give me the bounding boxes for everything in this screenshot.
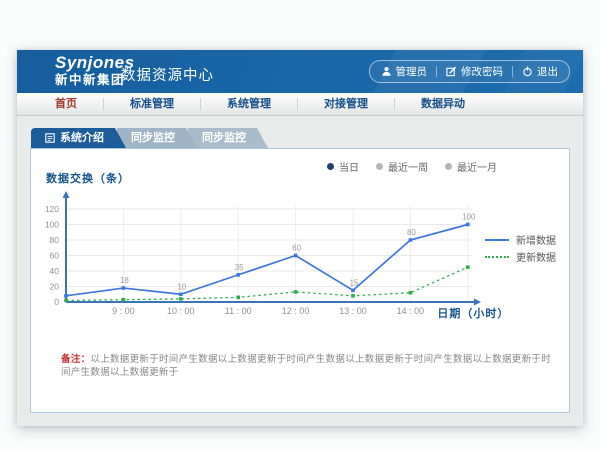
logout-label: 退出 (537, 64, 558, 79)
update-data-line-sample (485, 256, 509, 258)
svg-text:80: 80 (50, 235, 60, 245)
svg-text:14 : 00: 14 : 00 (397, 306, 425, 316)
svg-text:60: 60 (50, 251, 60, 261)
footnote-text: 以上数据更新于时间产生数据以上数据更新于时间产生数据以上数据更新于时间产生数据以… (61, 354, 551, 378)
current-user-button[interactable]: 管理员 (381, 64, 428, 79)
legend-item-new-data: 新增数据 (485, 231, 556, 248)
chart-legend: 新增数据 更新数据 (485, 231, 556, 265)
document-icon (45, 133, 55, 143)
page-background: Synjones 新中新集团 数据资源中心 管理员 修改密码 退出 (0, 0, 600, 450)
nav-item-data-change[interactable]: 数据异动 (395, 93, 491, 115)
page-title: 数据资源中心 (121, 64, 214, 85)
svg-text:20: 20 (50, 282, 60, 292)
time-range-option-today[interactable]: 当日 (327, 159, 359, 174)
svg-text:15: 15 (350, 278, 359, 287)
legend-label: 更新数据 (516, 249, 556, 264)
divider (512, 66, 513, 77)
nav-item-home[interactable]: 首页 (29, 93, 103, 115)
power-icon (522, 66, 533, 77)
tab-label: 同步监控 (131, 128, 175, 148)
time-range-filter: 当日 最近一周 最近一月 (327, 159, 497, 174)
svg-text:10 : 00: 10 : 00 (167, 306, 195, 316)
radio-icon (376, 163, 383, 170)
svg-text:0: 0 (54, 297, 59, 307)
radio-label: 最近一周 (388, 159, 428, 174)
footnote: 备注：以上数据更新于时间产生数据以上数据更新于时间产生数据以上数据更新于时间产生… (61, 353, 551, 379)
current-user-label: 管理员 (396, 64, 428, 79)
svg-text:日期（小时）: 日期（小时） (437, 306, 509, 320)
user-menu: 管理员 修改密码 退出 (369, 60, 571, 83)
svg-text:40: 40 (50, 266, 60, 276)
svg-text:9 : 00: 9 : 00 (112, 306, 135, 316)
app-header: Synjones 新中新集团 数据资源中心 管理员 修改密码 退出 (17, 50, 583, 93)
svg-text:60: 60 (292, 244, 301, 253)
time-range-option-last-week[interactable]: 最近一周 (376, 159, 428, 174)
radio-label: 最近一月 (457, 159, 497, 174)
tab-system-intro[interactable]: 系统介绍 (31, 128, 126, 148)
app-window: Synjones 新中新集团 数据资源中心 管理员 修改密码 退出 (17, 50, 583, 426)
svg-text:100: 100 (462, 213, 476, 222)
content-area: 系统介绍 同步监控 同步监控 当日 最近一周 (17, 116, 583, 438)
svg-text:10: 10 (177, 282, 186, 291)
tab-label: 同步监控 (202, 128, 246, 148)
svg-text:80: 80 (407, 228, 416, 237)
nav-item-system-management[interactable]: 系统管理 (201, 93, 297, 115)
logout-button[interactable]: 退出 (522, 64, 558, 79)
radio-icon (445, 163, 452, 170)
radio-label: 当日 (339, 159, 359, 174)
svg-text:13 : 00: 13 : 00 (339, 306, 367, 316)
svg-text:100: 100 (45, 220, 59, 230)
user-icon (381, 66, 392, 77)
svg-text:120: 120 (45, 204, 59, 214)
legend-label: 新增数据 (516, 232, 556, 247)
y-axis-title: 数据交换（条） (46, 170, 130, 186)
tab-bar: 系统介绍 同步监控 同步监控 (31, 128, 583, 148)
divider (436, 66, 437, 77)
tab-sync-monitor-2[interactable]: 同步监控 (188, 128, 268, 148)
svg-text:35: 35 (235, 263, 244, 272)
svg-text:18: 18 (120, 276, 129, 285)
main-nav: 首页 标准管理 系统管理 对接管理 数据异动 (17, 93, 583, 116)
legend-item-update-data: 更新数据 (485, 248, 556, 265)
tab-label: 系统介绍 (60, 128, 104, 148)
change-password-label: 修改密码 (461, 64, 503, 79)
radio-selected-icon (327, 163, 334, 170)
chart-panel: 当日 最近一周 最近一月 数据交换（条） 0 20 40 60 80 100 120 9 : … (30, 148, 570, 413)
svg-text:12 : 00: 12 : 00 (282, 306, 310, 316)
footnote-prefix: 备注： (61, 354, 90, 365)
nav-item-standard-management[interactable]: 标准管理 (104, 93, 200, 115)
new-data-line-sample (485, 239, 509, 241)
tab-sync-monitor-1[interactable]: 同步监控 (117, 128, 197, 148)
nav-item-interface-management[interactable]: 对接管理 (298, 93, 394, 115)
edit-icon (446, 66, 457, 77)
time-range-option-last-month[interactable]: 最近一月 (445, 159, 497, 174)
change-password-button[interactable]: 修改密码 (446, 64, 503, 79)
svg-text:11 : 00: 11 : 00 (225, 306, 252, 316)
